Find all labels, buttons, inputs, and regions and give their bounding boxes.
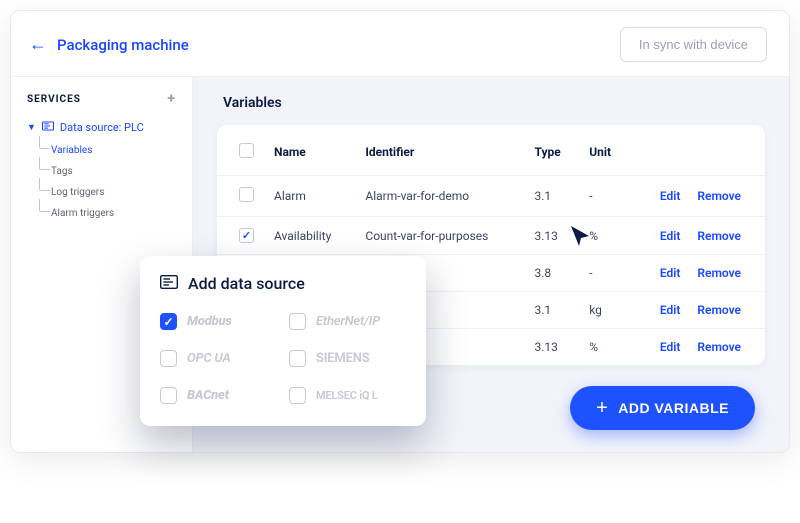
data-source-grid: Modbus EtherNet/IP OPC UA SIEMENS BACnet… (160, 313, 406, 404)
header: ← Packaging machine In sync with device (11, 11, 789, 76)
cell-identifier: Count-var-for-purposes (355, 217, 524, 255)
sidebar-item-label: Tags (51, 166, 73, 177)
sidebar-item-label: Variables (51, 145, 92, 156)
checkbox-icon[interactable] (289, 387, 306, 404)
data-source-bacnet[interactable]: BACnet (160, 387, 277, 404)
cell-type: 3.8 (524, 255, 579, 292)
row-checkbox[interactable] (239, 187, 254, 202)
edit-link[interactable]: Edit (660, 189, 681, 203)
table-row: Alarm Alarm-var-for-demo 3.1 - Edit Remo… (217, 176, 765, 217)
sidebar-root-label: Data source: PLC (60, 121, 144, 134)
cell-unit: - (579, 255, 629, 292)
ds-label: Modbus (187, 314, 232, 329)
row-checkbox[interactable] (239, 228, 254, 243)
checkbox-icon[interactable] (160, 313, 177, 330)
edit-link[interactable]: Edit (660, 340, 681, 354)
sidebar-item-log-triggers[interactable]: Log triggers (51, 182, 192, 203)
ds-label: BACnet (187, 388, 229, 403)
edit-link[interactable]: Edit (660, 266, 681, 280)
cell-unit: - (579, 176, 629, 217)
cell-unit: % (579, 217, 629, 255)
sidebar-item-variables[interactable]: Variables (51, 140, 192, 161)
form-icon (160, 274, 178, 293)
sidebar-item-label: Log triggers (51, 187, 104, 198)
data-source-opcua[interactable]: OPC UA (160, 350, 277, 367)
edit-link[interactable]: Edit (660, 303, 681, 317)
sidebar-item-label: Alarm triggers (51, 208, 114, 219)
cell-unit: % (579, 329, 629, 366)
services-heading: SERVICES + (11, 77, 192, 117)
cell-type: 3.1 (524, 292, 579, 329)
add-variable-button[interactable]: + ADD VARIABLE (570, 386, 755, 430)
data-source-modbus[interactable]: Modbus (160, 313, 277, 330)
data-source-melsec[interactable]: MELSEC iQ L (289, 387, 406, 404)
table-row: Availability Count-var-for-purposes 3.13… (217, 217, 765, 255)
select-all-checkbox[interactable] (239, 143, 254, 158)
cell-type: 3.1 (524, 176, 579, 217)
plus-icon: + (596, 398, 608, 418)
ds-label: EtherNet/IP (316, 314, 380, 329)
cell-name: Alarm (264, 176, 355, 217)
remove-link[interactable]: Remove (697, 229, 741, 243)
section-title: Variables (223, 95, 765, 111)
checkbox-icon[interactable] (160, 350, 177, 367)
remove-link[interactable]: Remove (697, 303, 741, 317)
cell-identifier: Alarm-var-for-demo (355, 176, 524, 217)
remove-link[interactable]: Remove (697, 266, 741, 280)
add-service-icon[interactable]: + (167, 91, 176, 107)
checkbox-icon[interactable] (289, 313, 306, 330)
caret-down-icon: ▼ (27, 122, 36, 133)
edit-link[interactable]: Edit (660, 229, 681, 243)
table-header-row: Name Identifier Type Unit (217, 131, 765, 176)
modal-title: Add data source (188, 274, 305, 293)
remove-link[interactable]: Remove (697, 340, 741, 354)
col-name: Name (264, 131, 355, 176)
back-arrow-icon[interactable]: ← (29, 36, 47, 54)
col-type: Type (524, 131, 579, 176)
data-source-siemens[interactable]: SIEMENS (289, 350, 406, 367)
add-variable-label: ADD VARIABLE (618, 400, 729, 416)
cell-unit: kg (579, 292, 629, 329)
remove-link[interactable]: Remove (697, 189, 741, 203)
checkbox-icon[interactable] (160, 387, 177, 404)
header-left: ← Packaging machine (29, 36, 189, 54)
cell-type: 3.13 (524, 217, 579, 255)
sidebar-children: Variables Tags Log triggers Alarm trigge… (11, 140, 192, 224)
ds-label: OPC UA (187, 351, 231, 366)
data-source-ethernetip[interactable]: EtherNet/IP (289, 313, 406, 330)
col-unit: Unit (579, 131, 629, 176)
ds-label: SIEMENS (316, 351, 369, 366)
sidebar-item-alarm-triggers[interactable]: Alarm triggers (51, 203, 192, 224)
form-icon (42, 121, 54, 134)
add-data-source-modal: Add data source Modbus EtherNet/IP OPC U… (140, 256, 426, 426)
services-heading-label: SERVICES (27, 94, 81, 105)
cell-name: Availability (264, 217, 355, 255)
ds-label: MELSEC iQ L (316, 389, 378, 402)
page-title[interactable]: Packaging machine (57, 36, 189, 54)
cell-type: 3.13 (524, 329, 579, 366)
sidebar-item-tags[interactable]: Tags (51, 161, 192, 182)
modal-header: Add data source (160, 274, 406, 293)
sync-status-button[interactable]: In sync with device (620, 27, 767, 62)
col-identifier: Identifier (355, 131, 524, 176)
checkbox-icon[interactable] (289, 350, 306, 367)
